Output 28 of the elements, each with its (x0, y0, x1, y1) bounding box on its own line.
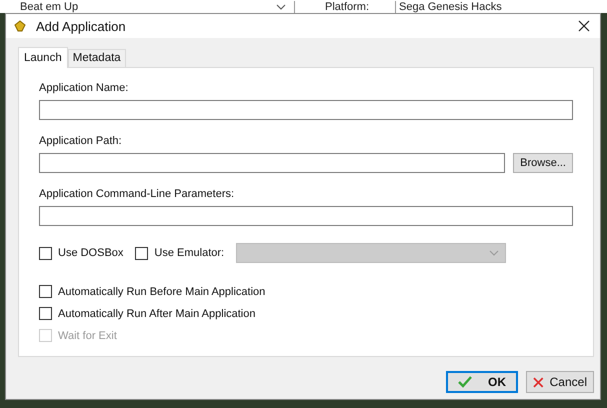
field-label: Application Name: (39, 82, 130, 94)
cancel-button[interactable]: Cancel (526, 371, 594, 393)
checkbox[interactable] (135, 246, 148, 260)
browse-button[interactable]: Browse... (513, 153, 573, 173)
window-title: Add Application (36, 18, 127, 34)
checkbox[interactable] (39, 307, 52, 320)
checkbox[interactable] (39, 285, 52, 298)
platform-label: Platform: (325, 0, 370, 12)
checkbox[interactable] (39, 246, 52, 260)
checkbox-label: Use DOSBox (58, 247, 124, 259)
tab[interactable]: Metadata (68, 49, 126, 67)
chevron-down-icon (489, 250, 500, 256)
checkbox-label: Automatically Run After Main Application (58, 308, 256, 320)
tab[interactable]: Launch (18, 47, 68, 68)
field-label: Application Path: (39, 135, 123, 147)
input-field[interactable] (39, 206, 573, 226)
input-field[interactable] (39, 100, 573, 120)
checkbox-label: Wait for Exit (58, 330, 117, 342)
checkmark-icon (458, 376, 472, 388)
gem-icon (14, 20, 26, 32)
x-icon (533, 376, 544, 388)
checkbox-label: Use Emulator: (154, 247, 224, 259)
ok-button[interactable]: OK (446, 371, 518, 393)
close-icon[interactable] (578, 20, 590, 32)
field-label: Application Command-Line Parameters: (39, 188, 236, 200)
input-field[interactable] (39, 153, 506, 173)
checkbox-label: Automatically Run Before Main Application (58, 286, 266, 298)
chevron-down-icon (276, 4, 286, 10)
